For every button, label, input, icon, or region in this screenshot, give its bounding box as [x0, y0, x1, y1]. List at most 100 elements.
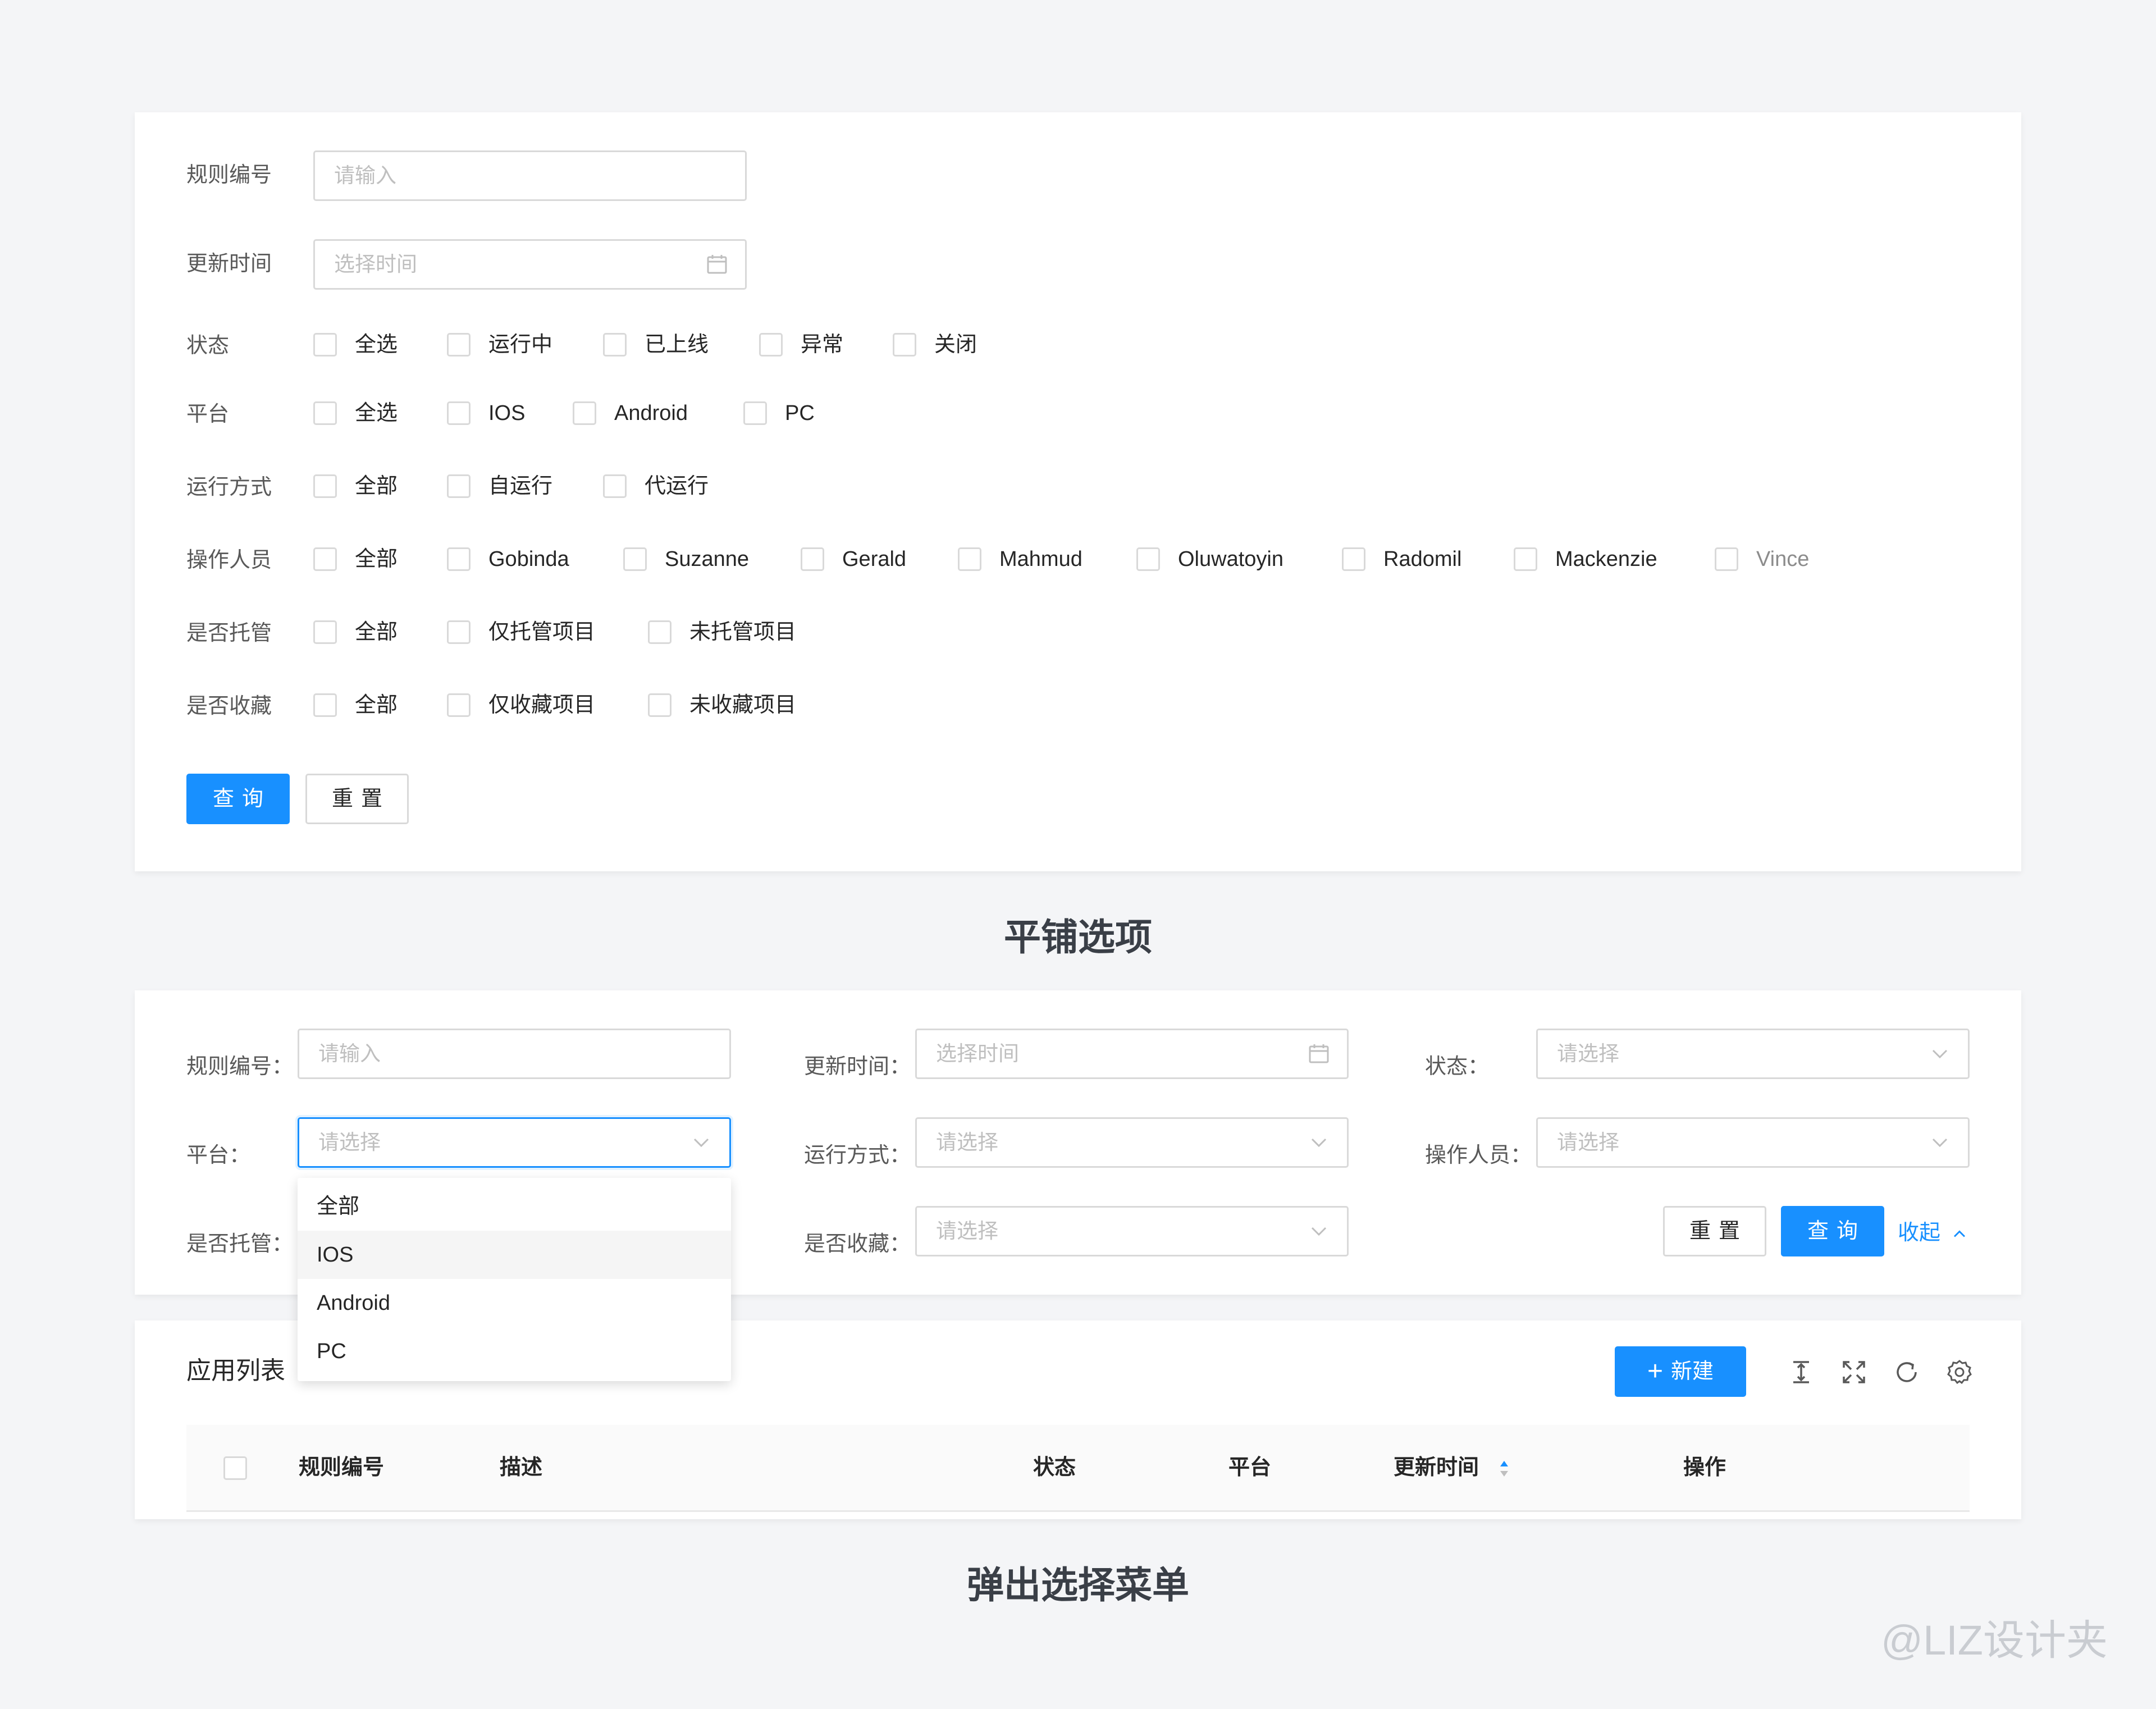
- operator-checkbox-oluwatoyin[interactable]: [1136, 547, 1160, 571]
- operator-option-mahmud[interactable]: Mahmud: [999, 546, 1082, 573]
- rule-no-input[interactable]: 请输入: [313, 150, 747, 201]
- favorite-checkbox-only[interactable]: [447, 693, 471, 717]
- platform-option-pc[interactable]: PC: [785, 400, 815, 427]
- query-button[interactable]: 查询: [186, 774, 290, 824]
- status-checkbox-abnormal[interactable]: [759, 333, 783, 357]
- col-header-status: 状态: [1033, 1456, 1076, 1479]
- favorite-label: 是否收藏: [186, 694, 272, 718]
- chevron-down-icon: [1311, 1138, 1327, 1148]
- status-checkbox-all[interactable]: [313, 333, 337, 357]
- popup-update-time-picker[interactable]: 选择时间: [915, 1029, 1349, 1079]
- popup-platform-select[interactable]: 请选择: [298, 1117, 731, 1168]
- reset-button[interactable]: 重置: [305, 774, 409, 824]
- operator-option-vince[interactable]: Vince: [1756, 546, 1809, 573]
- popup-update-time-label: 更新时间：: [804, 1055, 911, 1079]
- rule-no-placeholder: 请输入: [334, 164, 396, 187]
- run-mode-option-all[interactable]: 全部: [355, 473, 398, 500]
- operator-option-suzanne[interactable]: Suzanne: [665, 546, 749, 573]
- platform-option-ios[interactable]: IOS: [488, 400, 525, 427]
- dropdown-option-all[interactable]: 全部: [298, 1182, 731, 1231]
- platform-label: 平台: [186, 403, 230, 426]
- status-checkbox-online[interactable]: [603, 333, 627, 357]
- status-checkbox-running[interactable]: [447, 333, 471, 357]
- col-header-platform: 平台: [1228, 1456, 1272, 1479]
- run-mode-checkbox-proxy[interactable]: [603, 474, 627, 498]
- fullscreen-icon[interactable]: [1839, 1358, 1869, 1387]
- plus-icon: +: [1647, 1356, 1663, 1386]
- hosted-checkbox-not[interactable]: [648, 620, 672, 644]
- platform-checkbox-ios[interactable]: [447, 401, 471, 425]
- platform-checkbox-all[interactable]: [313, 401, 337, 425]
- popup-operator-label: 操作人员：: [1425, 1144, 1532, 1167]
- hosted-option-not[interactable]: 未托管项目: [689, 619, 796, 646]
- setting-icon[interactable]: [1945, 1358, 1974, 1387]
- status-option-all[interactable]: 全选: [355, 331, 398, 358]
- tiled-filter-card: 规则编号 请输入 更新时间 选择时间 状态 全选 运行中 已上线 异常 关闭 平…: [135, 112, 2021, 871]
- hosted-checkbox-only[interactable]: [447, 620, 471, 644]
- update-time-picker[interactable]: 选择时间: [313, 239, 747, 290]
- caption-popup-menu: 弹出选择菜单: [967, 1564, 1189, 1606]
- operator-checkbox-gobinda[interactable]: [447, 547, 471, 571]
- operator-checkbox-suzanne[interactable]: [623, 547, 647, 571]
- popup-status-select[interactable]: 请选择: [1536, 1029, 1970, 1079]
- platform-dropdown-menu: 全部 IOS Android PC: [298, 1178, 731, 1381]
- rule-no-label: 规则编号: [186, 163, 272, 187]
- hosted-option-all[interactable]: 全部: [355, 619, 398, 646]
- operator-checkbox-mackenzie[interactable]: [1514, 547, 1537, 571]
- popup-reset-button[interactable]: 重置: [1663, 1206, 1766, 1256]
- col-header-update-time-label: 更新时间: [1394, 1456, 1479, 1479]
- dropdown-option-ios[interactable]: IOS: [298, 1231, 731, 1279]
- run-mode-checkbox-self[interactable]: [447, 474, 471, 498]
- favorite-option-not[interactable]: 未收藏项目: [689, 692, 796, 719]
- operator-option-oluwatoyin[interactable]: Oluwatoyin: [1178, 546, 1283, 573]
- operator-checkbox-mahmud[interactable]: [958, 547, 981, 571]
- status-option-online[interactable]: 已上线: [645, 331, 709, 358]
- chevron-up-icon: [1953, 1230, 1965, 1237]
- column-height-icon[interactable]: [1787, 1358, 1816, 1387]
- favorite-option-all[interactable]: 全部: [355, 692, 398, 719]
- status-checkbox-closed[interactable]: [893, 333, 916, 357]
- operator-option-gerald[interactable]: Gerald: [842, 546, 906, 573]
- popup-rule-no-input[interactable]: 请输入: [298, 1029, 731, 1079]
- popup-query-button[interactable]: 查询: [1781, 1206, 1884, 1256]
- favorite-checkbox-all[interactable]: [313, 693, 337, 717]
- favorite-option-only[interactable]: 仅收藏项目: [488, 692, 595, 719]
- operator-checkbox-vince[interactable]: [1715, 547, 1738, 571]
- popup-rule-no-label: 规则编号：: [186, 1055, 294, 1079]
- status-option-running[interactable]: 运行中: [488, 331, 552, 358]
- select-all-checkbox[interactable]: [223, 1456, 247, 1480]
- sort-icon[interactable]: [1499, 1459, 1510, 1478]
- hosted-checkbox-all[interactable]: [313, 620, 337, 644]
- platform-checkbox-android[interactable]: [573, 401, 596, 425]
- popup-favorite-label: 是否收藏：: [804, 1232, 911, 1256]
- operator-checkbox-gerald[interactable]: [801, 547, 824, 571]
- operator-checkbox-all[interactable]: [313, 547, 337, 571]
- platform-option-android[interactable]: Android: [614, 400, 688, 427]
- favorite-checkbox-not[interactable]: [648, 693, 672, 717]
- operator-option-gobinda[interactable]: Gobinda: [488, 546, 569, 573]
- run-mode-option-proxy[interactable]: 代运行: [645, 473, 709, 500]
- popup-run-mode-select[interactable]: 请选择: [915, 1117, 1349, 1168]
- operator-option-mackenzie[interactable]: Mackenzie: [1555, 546, 1657, 573]
- dropdown-option-android[interactable]: Android: [298, 1279, 731, 1327]
- operator-checkbox-radomil[interactable]: [1342, 547, 1365, 571]
- platform-option-all[interactable]: 全选: [355, 400, 398, 427]
- operator-option-all[interactable]: 全部: [355, 546, 398, 573]
- operator-option-radomil[interactable]: Radomil: [1383, 546, 1461, 573]
- calendar-icon: [1309, 1044, 1329, 1063]
- collapse-link[interactable]: 收起: [1898, 1219, 1968, 1246]
- popup-favorite-select[interactable]: 请选择: [915, 1206, 1349, 1256]
- status-option-abnormal[interactable]: 异常: [801, 331, 843, 358]
- col-header-update-time[interactable]: 更新时间: [1394, 1454, 1510, 1481]
- new-button[interactable]: + 新建: [1615, 1346, 1746, 1397]
- status-option-closed[interactable]: 关闭: [934, 331, 977, 358]
- popup-run-mode-placeholder: 请选择: [936, 1131, 998, 1154]
- hosted-option-only[interactable]: 仅托管项目: [488, 619, 595, 646]
- platform-checkbox-pc[interactable]: [743, 401, 767, 425]
- run-mode-checkbox-all[interactable]: [313, 474, 337, 498]
- reload-icon[interactable]: [1892, 1358, 1921, 1387]
- update-time-label: 更新时间: [186, 252, 272, 276]
- run-mode-option-self[interactable]: 自运行: [488, 473, 552, 500]
- popup-operator-select[interactable]: 请选择: [1536, 1117, 1970, 1168]
- dropdown-option-pc[interactable]: PC: [298, 1327, 731, 1376]
